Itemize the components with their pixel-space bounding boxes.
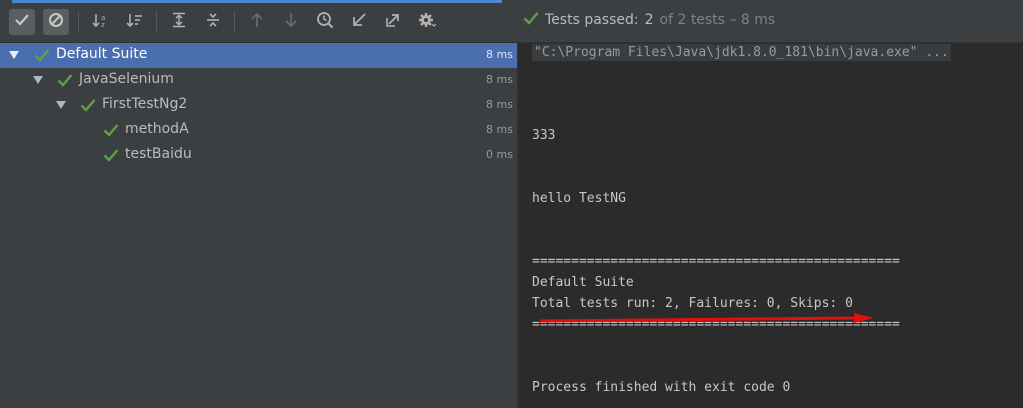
passed-check-icon (103, 123, 119, 141)
passed-check-icon (103, 148, 119, 166)
show-passed-icon (14, 12, 30, 32)
tree-node-methoda[interactable]: methodA 8 ms (0, 118, 517, 143)
export-tests-button[interactable] (380, 9, 406, 35)
passed-check-icon (57, 73, 73, 91)
console-line: hello TestNG (532, 191, 626, 206)
tree-node-name: FirstTestNg2 (102, 96, 188, 112)
tree-node-duration: 8 ms (486, 73, 513, 86)
tree-node-default-suite[interactable]: Default Suite 8 ms (0, 43, 517, 68)
active-tab-indicator (12, 0, 502, 3)
tree-node-firsttestng2[interactable]: FirstTestNg2 8 ms (0, 93, 517, 118)
expand-all-icon (171, 12, 187, 32)
annotation-arrow-icon (540, 313, 874, 323)
expand-arrow-icon[interactable] (9, 51, 19, 59)
tree-node-name: testBaidu (125, 146, 192, 162)
sort-alphabetically-icon: az (92, 12, 110, 32)
tree-node-name: methodA (125, 121, 189, 137)
toolbar-separator (78, 11, 79, 33)
toolbar-separator (156, 11, 157, 33)
test-status-summary: Tests passed: 2 of 2 tests – 8 ms (523, 11, 775, 29)
status-detail: of 2 tests – 8 ms (659, 12, 776, 28)
console-summary: Total tests run: 2, Failures: 0, Skips: … (532, 296, 853, 311)
collapse-all-button[interactable] (200, 9, 226, 35)
settings-gear-icon (418, 11, 437, 33)
collapse-all-icon (205, 12, 221, 32)
show-ignored-button[interactable] (43, 9, 69, 35)
show-passed-button[interactable] (9, 9, 35, 35)
previous-failed-button[interactable] (244, 9, 270, 35)
passed-check-icon (80, 98, 96, 116)
test-results-tree[interactable]: Default Suite 8 ms JavaSelenium 8 ms Fir… (0, 43, 517, 408)
sort-by-duration-button[interactable] (122, 9, 148, 35)
expand-arrow-icon[interactable] (56, 101, 66, 109)
next-failed-button[interactable] (278, 9, 304, 35)
tree-node-javaselenium[interactable]: JavaSelenium 8 ms (0, 68, 517, 93)
console-output[interactable]: "C:\Program Files\Java\jdk1.8.0_181\bin\… (518, 43, 1023, 408)
test-history-icon (316, 11, 334, 33)
test-runner-toolbar: az Tests passed: 2 of 2 tests – 8 ms (0, 0, 1023, 43)
import-tests-button[interactable] (346, 9, 372, 35)
passed-check-icon (34, 48, 50, 66)
tree-node-duration: 8 ms (486, 48, 513, 61)
tree-node-duration: 0 ms (486, 148, 513, 161)
tree-node-name: Default Suite (56, 46, 148, 62)
console-exit-message: Process finished with exit code 0 (532, 380, 791, 395)
expand-all-button[interactable] (166, 9, 192, 35)
console-command-line[interactable]: "C:\Program Files\Java\jdk1.8.0_181\bin\… (532, 44, 951, 61)
export-tests-icon (385, 12, 401, 32)
tree-node-duration: 8 ms (486, 98, 513, 111)
settings-button[interactable] (414, 9, 440, 35)
previous-occurrence-icon (249, 12, 265, 32)
next-occurrence-icon (283, 12, 299, 32)
console-suite-name: Default Suite (532, 275, 634, 290)
console-line: 333 (532, 128, 556, 143)
toolbar-separator (234, 11, 235, 33)
test-history-button[interactable] (312, 9, 338, 35)
sort-alphabetically-button[interactable]: az (88, 9, 114, 35)
tree-node-testbaidu[interactable]: testBaidu 0 ms (0, 143, 517, 168)
expand-arrow-icon[interactable] (33, 76, 43, 84)
passed-check-icon (523, 11, 539, 29)
sort-by-duration-icon (126, 12, 144, 32)
svg-text:z: z (101, 21, 105, 28)
status-passed-count: 2 (644, 12, 654, 28)
import-tests-icon (351, 12, 367, 32)
tree-node-duration: 8 ms (486, 123, 513, 136)
tree-node-name: JavaSelenium (79, 71, 174, 87)
status-label: Tests passed: (545, 12, 639, 28)
show-ignored-icon (48, 12, 64, 32)
console-separator: ========================================… (532, 254, 900, 269)
